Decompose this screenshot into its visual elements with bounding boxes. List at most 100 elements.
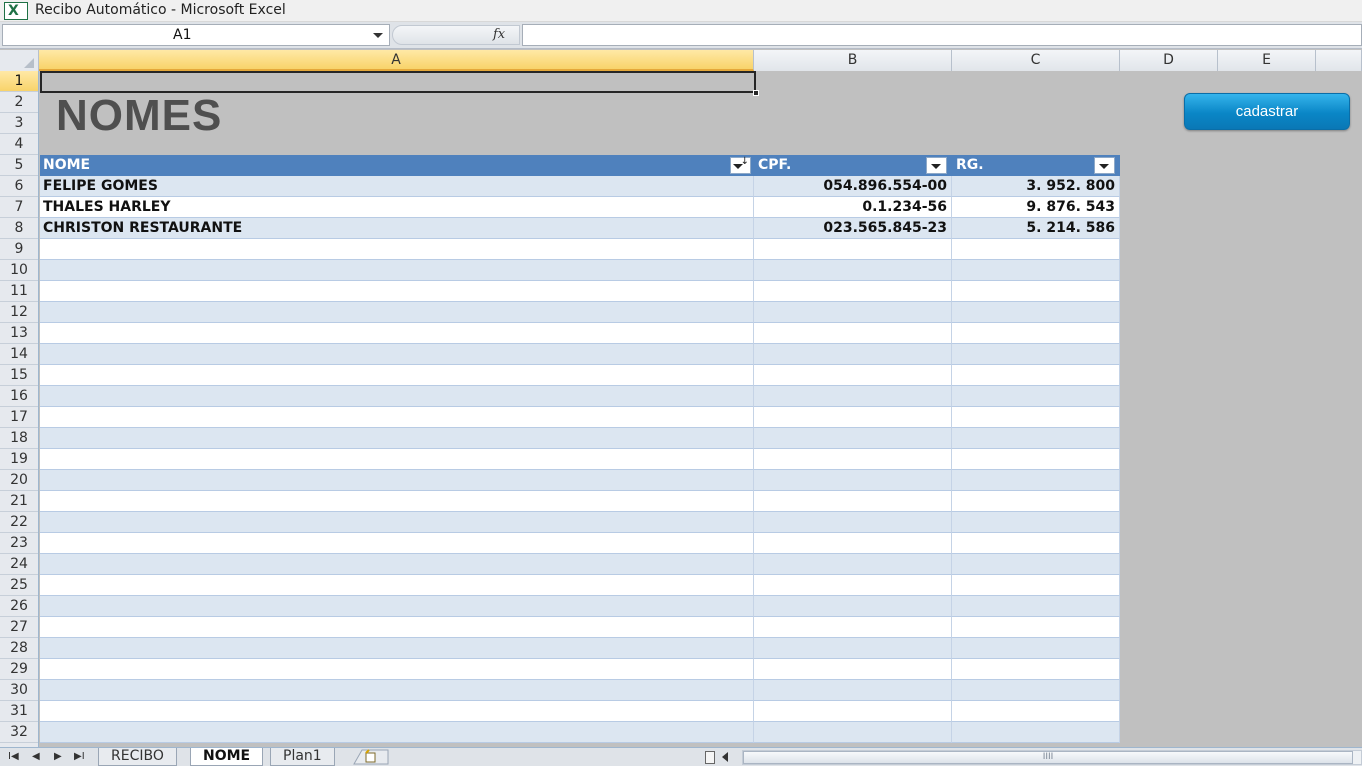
row-header[interactable]: 13 — [0, 323, 38, 344]
table-cell[interactable] — [40, 428, 754, 449]
row-header[interactable]: 17 — [0, 407, 38, 428]
table-cell[interactable] — [952, 491, 1120, 512]
row-header[interactable]: 8 — [0, 218, 38, 239]
table-cell[interactable]: 5. 214. 586 — [952, 218, 1120, 239]
row-header[interactable]: 27 — [0, 617, 38, 638]
horizontal-scrollbar[interactable]: IIII — [742, 750, 1362, 765]
table-row[interactable] — [40, 386, 1120, 407]
insert-sheet-icon[interactable] — [350, 749, 390, 765]
table-cell[interactable]: 0.1.234-56 — [754, 197, 952, 218]
table-cell[interactable] — [952, 407, 1120, 428]
table-cell[interactable] — [754, 239, 952, 260]
table-cell[interactable] — [952, 701, 1120, 722]
table-cell[interactable] — [952, 533, 1120, 554]
tab-plan1[interactable]: Plan1 — [270, 748, 335, 766]
table-cell[interactable] — [40, 638, 754, 659]
select-all-corner[interactable] — [0, 50, 39, 71]
table-row[interactable] — [40, 554, 1120, 575]
table-cell[interactable] — [40, 575, 754, 596]
table-row[interactable] — [40, 575, 1120, 596]
table-cell[interactable] — [40, 281, 754, 302]
last-sheet-icon[interactable]: ▶I — [74, 751, 85, 763]
column-header-b[interactable]: B — [754, 50, 952, 71]
table-cell[interactable]: 3. 952. 800 — [952, 176, 1120, 197]
table-cell[interactable] — [952, 344, 1120, 365]
table-row[interactable] — [40, 638, 1120, 659]
row-header[interactable]: 29 — [0, 659, 38, 680]
table-cell[interactable] — [952, 302, 1120, 323]
row-header[interactable]: 1 — [0, 71, 38, 92]
filter-dropdown-icon[interactable] — [1094, 157, 1115, 174]
chevron-down-icon[interactable] — [373, 33, 383, 38]
row-header[interactable]: 6 — [0, 176, 38, 197]
table-row[interactable] — [40, 302, 1120, 323]
filter-dropdown-icon[interactable] — [730, 156, 751, 174]
row-header[interactable]: 3 — [0, 113, 38, 134]
scroll-left-icon[interactable] — [722, 752, 728, 762]
table-cell[interactable] — [754, 512, 952, 533]
table-cell[interactable] — [40, 722, 754, 743]
table-row[interactable] — [40, 512, 1120, 533]
table-cell[interactable] — [952, 512, 1120, 533]
row-header[interactable]: 21 — [0, 491, 38, 512]
table-cell[interactable] — [952, 470, 1120, 491]
table-cell[interactable] — [952, 449, 1120, 470]
row-header[interactable]: 32 — [0, 722, 38, 743]
worksheet-grid[interactable]: NOMES NOME CPF. RG. FELIPE GOMES054.896.… — [40, 71, 1362, 747]
table-cell[interactable] — [40, 470, 754, 491]
row-header[interactable]: 14 — [0, 344, 38, 365]
row-header[interactable]: 5 — [0, 155, 38, 176]
table-row[interactable]: CHRISTON RESTAURANTE 023.565.845-23 5. 214… — [40, 218, 1120, 239]
table-row[interactable] — [40, 617, 1120, 638]
table-row[interactable] — [40, 470, 1120, 491]
table-cell[interactable] — [40, 323, 754, 344]
table-cell[interactable] — [754, 365, 952, 386]
table-row[interactable] — [40, 701, 1120, 722]
table-cell[interactable] — [754, 449, 952, 470]
table-row[interactable]: FELIPE GOMES 054.896.554-00 3. 952. 800 — [40, 176, 1120, 197]
table-cell[interactable] — [40, 512, 754, 533]
insert-function-icon[interactable]: fx — [493, 26, 505, 44]
row-header[interactable]: 2 — [0, 92, 38, 113]
table-cell[interactable] — [754, 638, 952, 659]
cadastrar-button[interactable]: cadastrar — [1184, 93, 1350, 130]
row-header[interactable]: 22 — [0, 512, 38, 533]
table-row[interactable] — [40, 491, 1120, 512]
table-cell[interactable] — [754, 470, 952, 491]
column-header-c[interactable]: C — [952, 50, 1120, 71]
table-cell[interactable] — [40, 659, 754, 680]
next-sheet-icon[interactable]: ▶ — [54, 751, 62, 763]
table-row[interactable] — [40, 533, 1120, 554]
table-cell[interactable] — [754, 260, 952, 281]
table-row[interactable] — [40, 449, 1120, 470]
column-header-e[interactable]: E — [1218, 50, 1316, 71]
first-sheet-icon[interactable]: I◀ — [8, 751, 19, 763]
table-cell[interactable] — [754, 281, 952, 302]
table-cell[interactable] — [40, 701, 754, 722]
table-row[interactable] — [40, 596, 1120, 617]
row-header[interactable]: 7 — [0, 197, 38, 218]
table-cell[interactable] — [40, 596, 754, 617]
table-cell[interactable] — [754, 680, 952, 701]
row-header[interactable]: 18 — [0, 428, 38, 449]
prev-sheet-icon[interactable]: ◀ — [32, 751, 40, 763]
table-row[interactable] — [40, 659, 1120, 680]
table-cell[interactable] — [754, 554, 952, 575]
table-cell[interactable] — [40, 407, 754, 428]
table-cell[interactable]: 9. 876. 543 — [952, 197, 1120, 218]
table-cell[interactable] — [952, 659, 1120, 680]
table-cell[interactable] — [952, 386, 1120, 407]
column-header-f[interactable] — [1316, 50, 1362, 71]
table-cell[interactable] — [40, 449, 754, 470]
row-header[interactable]: 23 — [0, 533, 38, 554]
table-cell[interactable] — [40, 680, 754, 701]
table-cell[interactable] — [754, 302, 952, 323]
row-header[interactable]: 12 — [0, 302, 38, 323]
row-header[interactable]: 16 — [0, 386, 38, 407]
row-header[interactable]: 26 — [0, 596, 38, 617]
table-cell[interactable] — [40, 365, 754, 386]
table-cell[interactable] — [952, 617, 1120, 638]
table-row[interactable] — [40, 365, 1120, 386]
table-cell[interactable] — [40, 239, 754, 260]
column-header-d[interactable]: D — [1120, 50, 1218, 71]
